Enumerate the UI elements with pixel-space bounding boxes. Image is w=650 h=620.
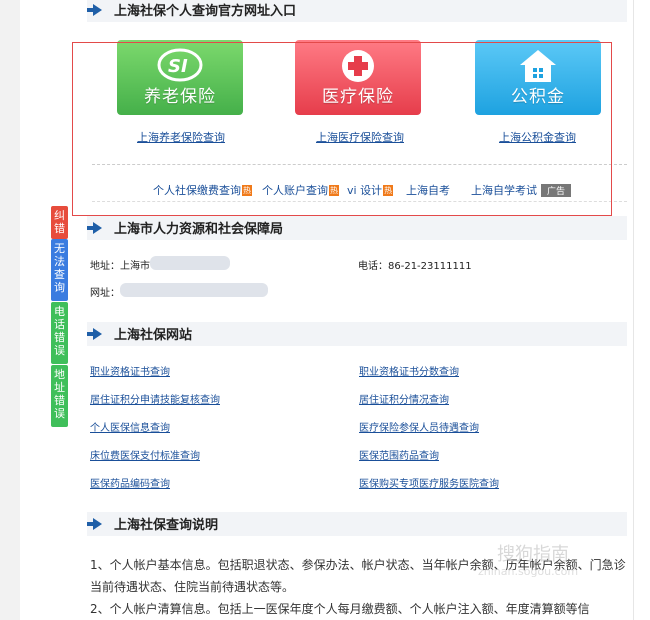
address-label: 地址：上海市 [90,261,150,272]
right-border [633,0,634,620]
website-label: 网址： [90,288,120,299]
cannot-query-tab[interactable]: 无法查询 [51,239,68,301]
section-header-entry: 上海社保个人查询官方网址入口 [87,0,627,22]
highlight-box [72,42,612,216]
service-link[interactable]: 医保药品编码查询 [90,475,170,490]
section-title: 上海社保网站 [114,328,193,343]
service-link[interactable]: 职业资格证书查询 [90,363,170,378]
service-link[interactable]: 医保购买专项医疗服务医院查询 [359,475,499,490]
arrow-icon [87,328,102,340]
phone-text: 电话：86-21-23111111 [358,261,472,272]
arrow-icon [87,4,102,16]
service-link[interactable]: 居住证积分申请技能复核查询 [90,391,220,406]
section-title: 上海市人力资源和社会保障局 [114,222,284,237]
service-link[interactable]: 床位费医保支付标准查询 [90,447,200,462]
address-error-tab[interactable]: 地址错误 [51,365,68,427]
explain-paragraph: 2、个人帐户清算信息。包括上一医保年度个人每月缴费额、个人帐户注入额、年度清算额… [90,602,590,616]
blurred-website [120,283,268,297]
phone-error-tab[interactable]: 电话错误 [51,302,68,364]
report-error-tab[interactable]: 纠错 [51,206,68,239]
watermark: 搜狗指南 [497,544,569,565]
service-link[interactable]: 医保范围药品查询 [359,447,439,462]
service-link[interactable]: 职业资格证书分数查询 [359,363,459,378]
service-link[interactable]: 医疗保险参保人员待遇查询 [359,419,479,434]
section-header-bureau: 上海市人力资源和社会保障局 [87,216,627,240]
arrow-icon [87,222,102,234]
section-header-sites: 上海社保网站 [87,322,627,346]
arrow-icon [87,518,102,530]
left-margin [0,0,20,620]
section-title: 上海社保查询说明 [114,518,219,533]
service-link[interactable]: 个人医保信息查询 [90,419,170,434]
section-header-explain: 上海社保查询说明 [87,512,627,536]
blurred-address [150,256,230,270]
section-title: 上海社保个人查询官方网址入口 [114,4,297,19]
service-link[interactable]: 居住证积分情况查询 [359,391,449,406]
watermark-url: zhinan.sogou.com [478,565,579,578]
